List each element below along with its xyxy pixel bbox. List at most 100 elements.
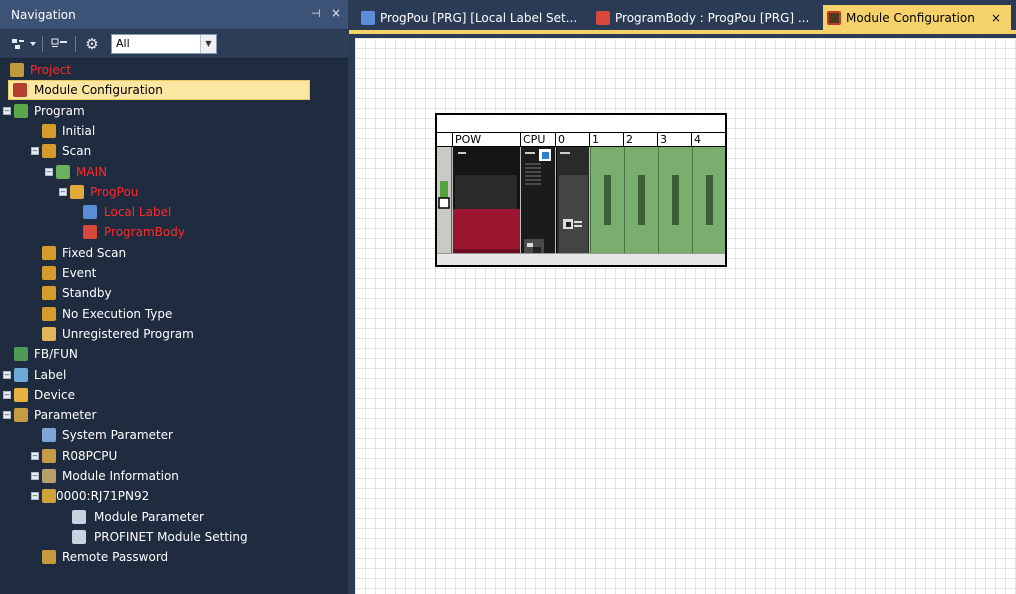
tree-item-standby[interactable]: Standby bbox=[0, 284, 346, 302]
expand-collapse-icon[interactable]: − bbox=[31, 472, 39, 480]
tree-item-profinet-module-setting[interactable]: PROFINET Module Setting bbox=[0, 528, 346, 546]
close-tab-icon[interactable]: × bbox=[991, 11, 1001, 25]
expand-collapse-icon[interactable]: − bbox=[3, 411, 11, 420]
base-unit-rack[interactable]: POW CPU 0 1 2 3 4 bbox=[435, 113, 727, 267]
program-file-icon bbox=[56, 164, 70, 179]
expand-collapse-icon[interactable]: − bbox=[45, 167, 53, 176]
module-icon bbox=[42, 489, 56, 504]
expand-collapse-icon[interactable]: − bbox=[31, 147, 39, 156]
tree-item-unregistered-program[interactable]: Unregistered Program bbox=[0, 325, 346, 343]
program-group-icon bbox=[42, 266, 56, 280]
module-configuration-canvas[interactable]: POW CPU 0 1 2 3 4 bbox=[355, 38, 1016, 594]
tab-program-body[interactable]: ProgramBody : ProgPou [PRG] ... bbox=[596, 7, 816, 31]
project-icon bbox=[10, 63, 24, 77]
tree-item-system-parameter[interactable]: System Parameter bbox=[0, 426, 346, 444]
program-body-icon bbox=[83, 225, 97, 240]
tree-item-label: Device bbox=[34, 387, 76, 402]
tree-item-module-parameter[interactable]: Module Parameter bbox=[0, 508, 346, 526]
program-group-icon bbox=[42, 144, 56, 159]
toolbar-separator bbox=[75, 36, 76, 52]
view-mode-icon[interactable] bbox=[10, 35, 38, 53]
tree-item-label: Program bbox=[34, 103, 85, 118]
navigation-title: Navigation bbox=[11, 8, 76, 22]
parameter-icon bbox=[14, 408, 28, 423]
parameter-icon bbox=[42, 448, 56, 463]
close-icon[interactable]: × bbox=[331, 6, 341, 20]
slot-label-2: 2 bbox=[623, 133, 657, 146]
empty-slot-3[interactable] bbox=[658, 147, 692, 265]
tree-item-scan[interactable]: − Scan bbox=[0, 142, 346, 160]
rack-slot-labels: POW CPU 0 1 2 3 4 bbox=[437, 132, 725, 147]
tree-item-local-label[interactable]: Local Label bbox=[0, 203, 346, 221]
tree-item-label: Local Label bbox=[104, 205, 172, 220]
tree-item-remote-password[interactable]: Remote Password bbox=[0, 548, 346, 566]
tree-item-label: Parameter bbox=[34, 408, 97, 423]
tree-item-label: Standby bbox=[62, 286, 112, 301]
tree-item-program[interactable]: − Program bbox=[0, 102, 346, 120]
empty-slot-4[interactable] bbox=[692, 147, 725, 265]
module-configuration-icon bbox=[827, 11, 841, 25]
expand-collapse-icon[interactable]: − bbox=[3, 106, 11, 115]
expand-collapse-icon[interactable]: − bbox=[3, 370, 11, 379]
empty-slot-1[interactable] bbox=[590, 147, 624, 265]
tree-item-project[interactable]: Project bbox=[0, 61, 346, 79]
cpu-module[interactable] bbox=[521, 147, 555, 265]
expand-collapse-icon[interactable]: − bbox=[31, 492, 39, 501]
program-group-icon bbox=[42, 245, 56, 260]
tree-item-fixed-scan[interactable]: Fixed Scan bbox=[0, 244, 346, 262]
slot-label-3: 3 bbox=[657, 133, 691, 146]
tree-item-label: Scan bbox=[62, 144, 92, 159]
tree-item-fb-fun[interactable]: FB/FUN bbox=[0, 345, 346, 363]
pin-icon[interactable]: ⊣ bbox=[311, 7, 321, 20]
expand-collapse-icon[interactable]: − bbox=[3, 390, 11, 399]
tree-item-label: Module Configuration bbox=[34, 83, 163, 98]
tree-item-label: Remote Password bbox=[62, 550, 169, 565]
tree-item-module-information[interactable]: − Module Information bbox=[0, 467, 346, 485]
tree-item-module-configuration[interactable]: Module Configuration bbox=[8, 80, 310, 101]
tab-label: ProgPou [PRG] [Local Label Set... bbox=[380, 11, 578, 25]
tab-local-label-setting[interactable]: ProgPou [PRG] [Local Label Set... bbox=[361, 7, 583, 31]
power-supply-module[interactable] bbox=[453, 147, 520, 265]
tree-item-label: Event bbox=[62, 266, 97, 280]
slot-connector bbox=[638, 175, 645, 225]
tree-item-no-execution-type[interactable]: No Execution Type bbox=[0, 305, 346, 323]
tree-item-progpou[interactable]: − ProgPou bbox=[0, 183, 346, 201]
key-icon bbox=[42, 550, 56, 565]
label-icon bbox=[14, 367, 28, 382]
tree-item-label: FB/FUN bbox=[34, 347, 78, 362]
tree-item-initial[interactable]: Initial bbox=[0, 122, 346, 140]
tab-module-configuration[interactable]: Module Configuration × bbox=[823, 5, 1011, 31]
collapse-tree-icon[interactable] bbox=[50, 35, 70, 53]
expand-collapse-icon[interactable]: − bbox=[31, 451, 39, 460]
document-tab-bar: ProgPou [PRG] [Local Label Set... Progra… bbox=[349, 0, 1016, 34]
tree-item-main[interactable]: − MAIN bbox=[0, 163, 346, 181]
program-group-icon bbox=[42, 306, 56, 321]
tree-item-label[interactable]: − Label bbox=[0, 366, 346, 384]
empty-slot-2[interactable] bbox=[624, 147, 658, 265]
slot-connector bbox=[672, 175, 679, 225]
tree-item-event[interactable]: Event bbox=[0, 264, 346, 282]
tab-label: ProgramBody : ProgPou [PRG] ... bbox=[615, 11, 810, 25]
gear-icon[interactable]: ⚙ bbox=[82, 35, 102, 53]
chevron-down-icon[interactable]: ▼ bbox=[200, 35, 216, 53]
tree-item-parameter[interactable]: − Parameter bbox=[0, 406, 346, 424]
tree-item-label: Module Information bbox=[62, 469, 179, 483]
network-module-0000-rj71pn92[interactable] bbox=[556, 147, 589, 265]
slot-label-0: 0 bbox=[555, 133, 589, 146]
tree-item-rj71pn92[interactable]: − 0000:RJ71PN92 bbox=[0, 487, 346, 505]
display-filter-select[interactable]: All ▼ bbox=[111, 34, 217, 54]
tree-item-label: R08PCPU bbox=[62, 448, 118, 463]
tree-item-label: Label bbox=[34, 367, 67, 382]
document-area: ProgPou [PRG] [Local Label Set... Progra… bbox=[349, 0, 1016, 594]
wrench-icon bbox=[42, 428, 56, 443]
tree-item-device[interactable]: − Device bbox=[0, 386, 346, 404]
filter-value: All bbox=[116, 37, 130, 50]
toolbar-separator bbox=[42, 36, 43, 52]
rack-bottom-strip bbox=[437, 253, 725, 265]
tree-item-label: ProgPou bbox=[90, 184, 139, 199]
rack-body bbox=[437, 147, 725, 265]
tree-item-program-body[interactable]: ProgramBody bbox=[0, 223, 346, 241]
program-group-icon bbox=[42, 286, 56, 301]
tree-item-r08pcpu[interactable]: − R08PCPU bbox=[0, 447, 346, 465]
expand-collapse-icon[interactable]: − bbox=[59, 187, 67, 196]
